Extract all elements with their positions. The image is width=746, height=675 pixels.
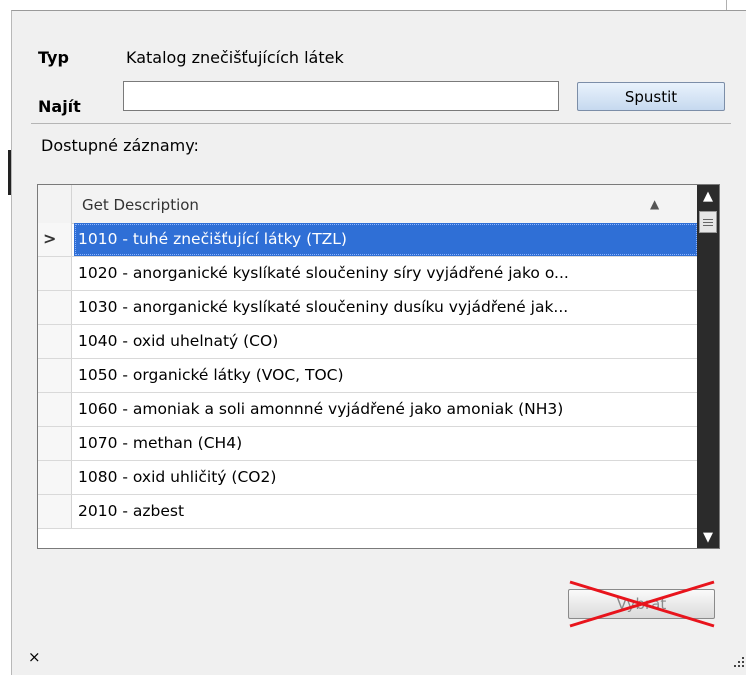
table-row[interactable]: 1040 - oxid uhelnatý (CO) (38, 325, 697, 359)
sort-ascending-icon: ▲ (650, 197, 660, 211)
row-description: 1080 - oxid uhličitý (CO2) (78, 468, 277, 486)
row-selector[interactable] (38, 495, 72, 528)
row-description: 1030 - anorganické kyslíkaté sloučeniny … (78, 298, 569, 316)
window-edge-tick (726, 0, 727, 10)
table-row[interactable]: 1030 - anorganické kyslíkaté sloučeniny … (38, 291, 697, 325)
scroll-down-icon[interactable]: ▼ (697, 526, 719, 548)
table-row[interactable]: 2010 - azbest (38, 495, 697, 529)
row-description: 2010 - azbest (78, 502, 185, 520)
type-value: Katalog znečišťujících látek (126, 48, 344, 67)
row-description: 1060 - amoniak a soli amonnné vyjádřené … (78, 400, 564, 418)
row-selector[interactable] (38, 325, 72, 358)
table-row[interactable]: 1070 - methan (CH4) (38, 427, 697, 461)
divider (31, 123, 731, 124)
picker-dialog: Typ Katalog znečišťujících látek Najít S… (11, 10, 746, 675)
row-description: 1040 - oxid uhelnatý (CO) (78, 332, 279, 350)
current-row-icon: > (43, 229, 57, 248)
row-description: 1070 - methan (CH4) (78, 434, 243, 452)
records-grid[interactable]: Get Description ▲ >1010 - tuhé znečišťuj… (37, 184, 720, 549)
find-label: Najít (38, 97, 81, 116)
row-description: 1050 - organické látky (VOC, TOC) (78, 366, 344, 384)
row-selector[interactable] (38, 359, 72, 392)
row-selector[interactable] (38, 393, 72, 426)
scroll-thumb[interactable] (699, 211, 717, 233)
column-header-description[interactable]: Get Description (82, 196, 199, 214)
row-selector[interactable]: > (38, 223, 72, 256)
row-selector[interactable] (38, 291, 72, 324)
grid-header: Get Description ▲ (38, 185, 697, 224)
grid-rows: >1010 - tuhé znečišťující látky (TZL) 102… (38, 223, 698, 529)
type-label: Typ (38, 48, 69, 67)
vertical-scrollbar[interactable]: ▲ ▼ (697, 185, 719, 548)
scroll-up-icon[interactable]: ▲ (697, 185, 719, 207)
table-row[interactable]: 1080 - oxid uhličitý (CO2) (38, 461, 697, 495)
row-selector[interactable] (38, 257, 72, 290)
row-description: 1010 - tuhé znečišťující látky (TZL) (74, 223, 698, 256)
row-selector-header (38, 185, 72, 223)
choose-button[interactable]: Vybrat (568, 589, 715, 619)
row-selector[interactable] (38, 427, 72, 460)
row-selector[interactable] (38, 461, 72, 494)
close-icon[interactable]: × (28, 648, 41, 666)
search-input[interactable] (123, 81, 559, 111)
table-row[interactable]: 1060 - amoniak a soli amonnné vyjádřené … (38, 393, 697, 427)
row-description: 1020 - anorganické kyslíkaté sloučeniny … (78, 264, 569, 282)
table-row[interactable]: 1020 - anorganické kyslíkaté sloučeniny … (38, 257, 697, 291)
resize-grip-icon[interactable] (731, 654, 746, 670)
table-row[interactable]: 1050 - organické látky (VOC, TOC) (38, 359, 697, 393)
run-button[interactable]: Spustit (577, 82, 725, 111)
table-row[interactable]: >1010 - tuhé znečišťující látky (TZL) (38, 223, 698, 257)
available-records-label: Dostupné záznamy: (41, 136, 199, 155)
